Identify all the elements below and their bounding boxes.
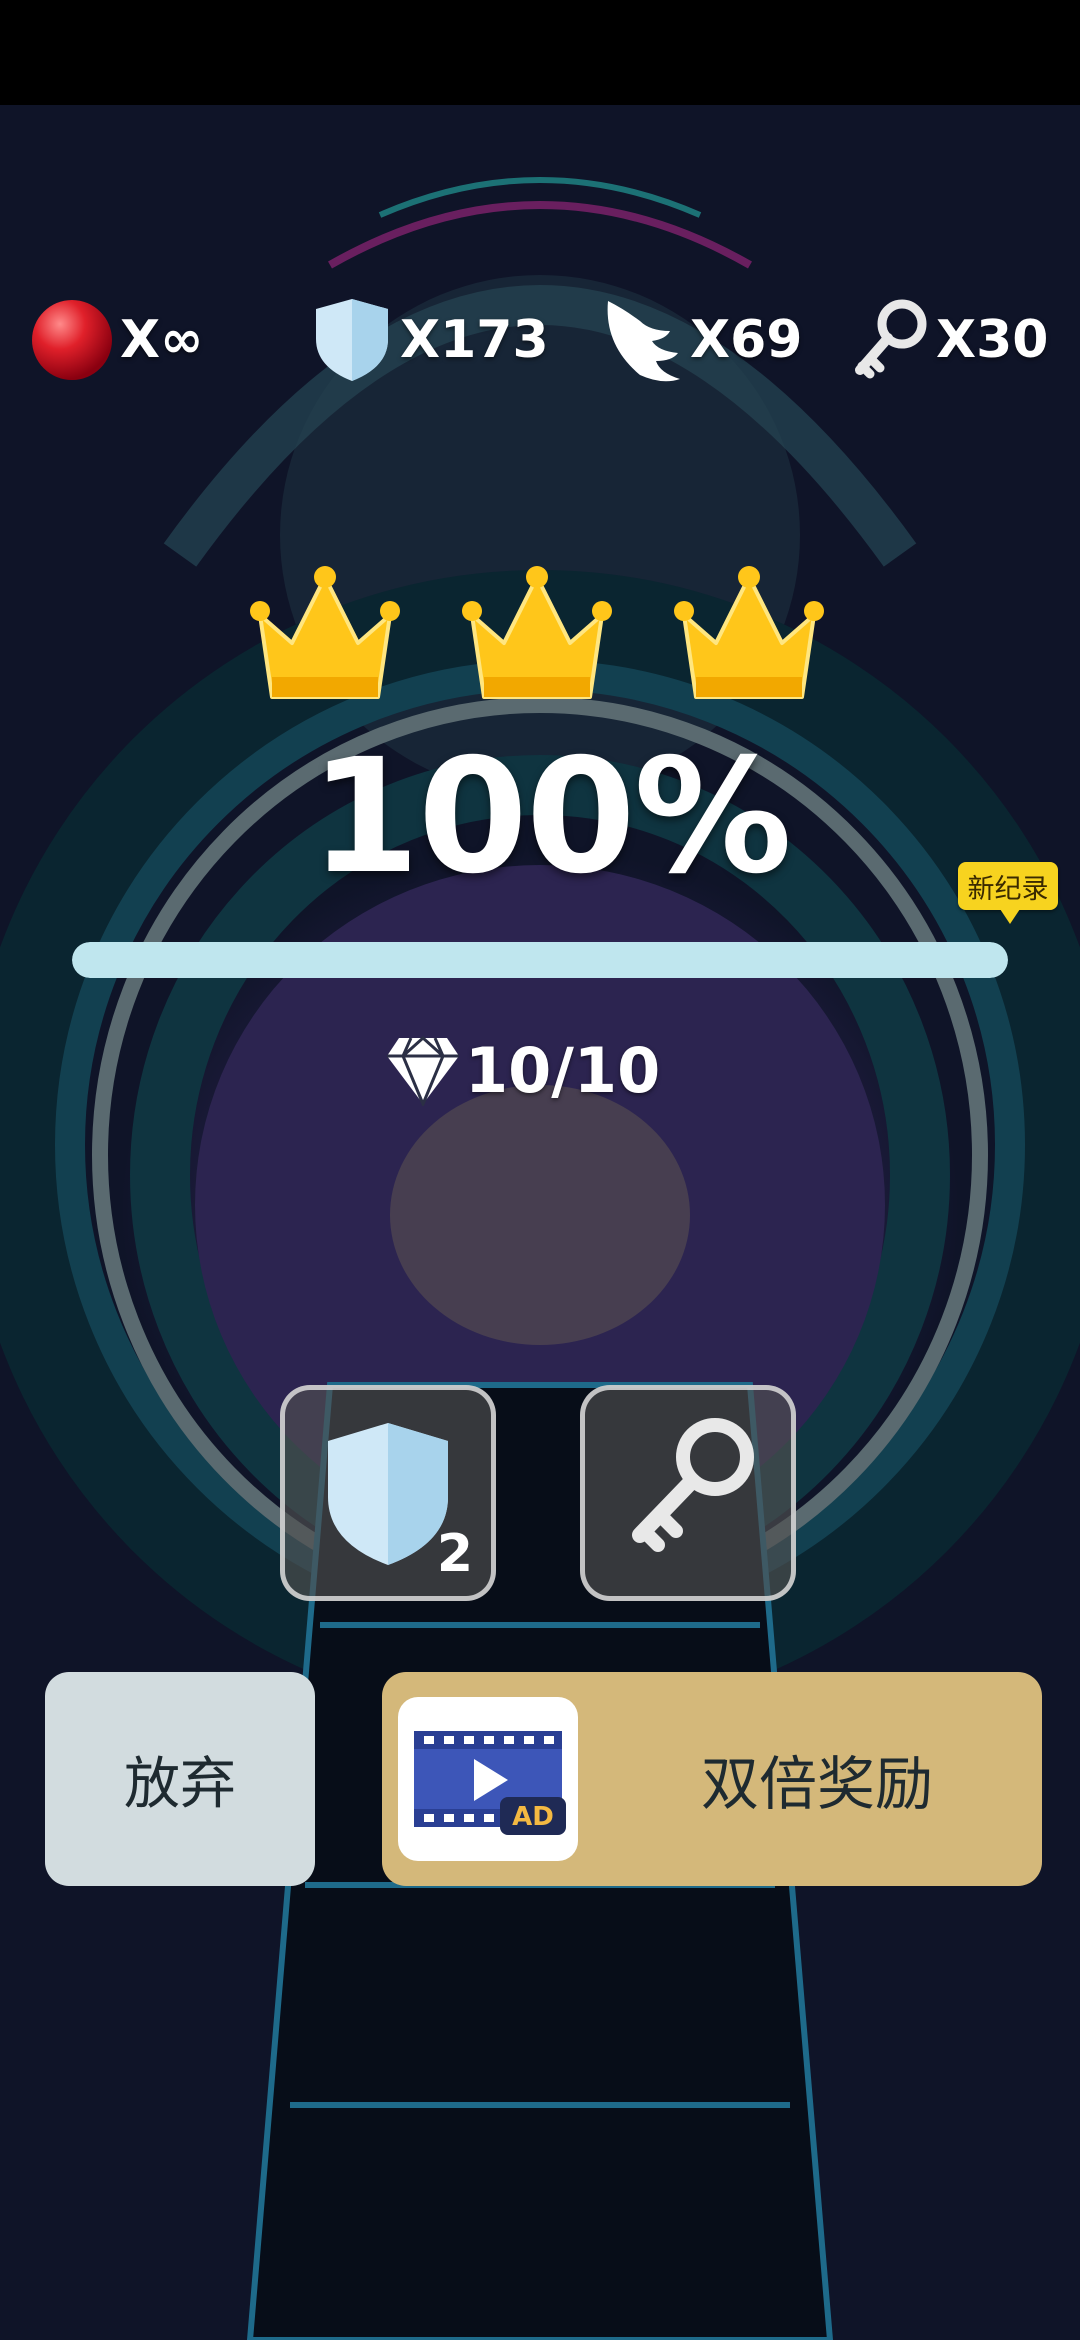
- red-ball-icon: [32, 300, 112, 380]
- shield-icon: [316, 299, 388, 381]
- gems-text: 10/10: [465, 1033, 661, 1107]
- new-record-label: 新纪录: [958, 862, 1058, 910]
- key-item-slot[interactable]: [580, 1385, 796, 1601]
- shields-counter: X173: [310, 290, 549, 390]
- double-reward-button[interactable]: AD 双倍奖励: [382, 1672, 1042, 1886]
- wings-text: X69: [690, 310, 803, 370]
- progress-bar: [72, 942, 1008, 978]
- ad-badge-text: AD: [512, 1802, 554, 1832]
- film-icon: AD: [414, 1731, 566, 1835]
- lives-text: X∞: [120, 310, 204, 370]
- shield-item-slot[interactable]: 2: [280, 1385, 496, 1601]
- keys-counter: X30: [850, 290, 1048, 390]
- crown-icon: [250, 566, 400, 699]
- status-bar-area: [0, 0, 1080, 105]
- abandon-button-label: 放弃: [124, 1751, 236, 1817]
- double-reward-label: 双倍奖励: [700, 1750, 933, 1818]
- abandon-button[interactable]: 放弃: [45, 1672, 315, 1886]
- video-ad-icon: AD: [398, 1697, 578, 1861]
- gems-collected: 10/10: [385, 1030, 660, 1110]
- lives-counter: X∞: [30, 290, 203, 390]
- completion-percent: 100%: [309, 725, 792, 909]
- new-record-pointer: [998, 906, 1022, 924]
- key-icon: [632, 1418, 754, 1552]
- shield-item-count: 2: [436, 1524, 473, 1584]
- key-icon: [855, 299, 927, 379]
- crown-icon: [674, 566, 824, 699]
- progress-fill: [72, 942, 1008, 978]
- crown-rating: [250, 565, 830, 715]
- wings-counter: X69: [600, 290, 802, 390]
- keys-text: X30: [936, 310, 1049, 370]
- tunnel-scene: [0, 177, 1080, 2340]
- diamond-icon: [387, 1035, 459, 1106]
- new-record-badge: 新纪录: [958, 862, 1058, 924]
- crown-icon: [462, 566, 612, 699]
- shields-text: X173: [400, 310, 549, 370]
- wing-icon: [607, 301, 680, 382]
